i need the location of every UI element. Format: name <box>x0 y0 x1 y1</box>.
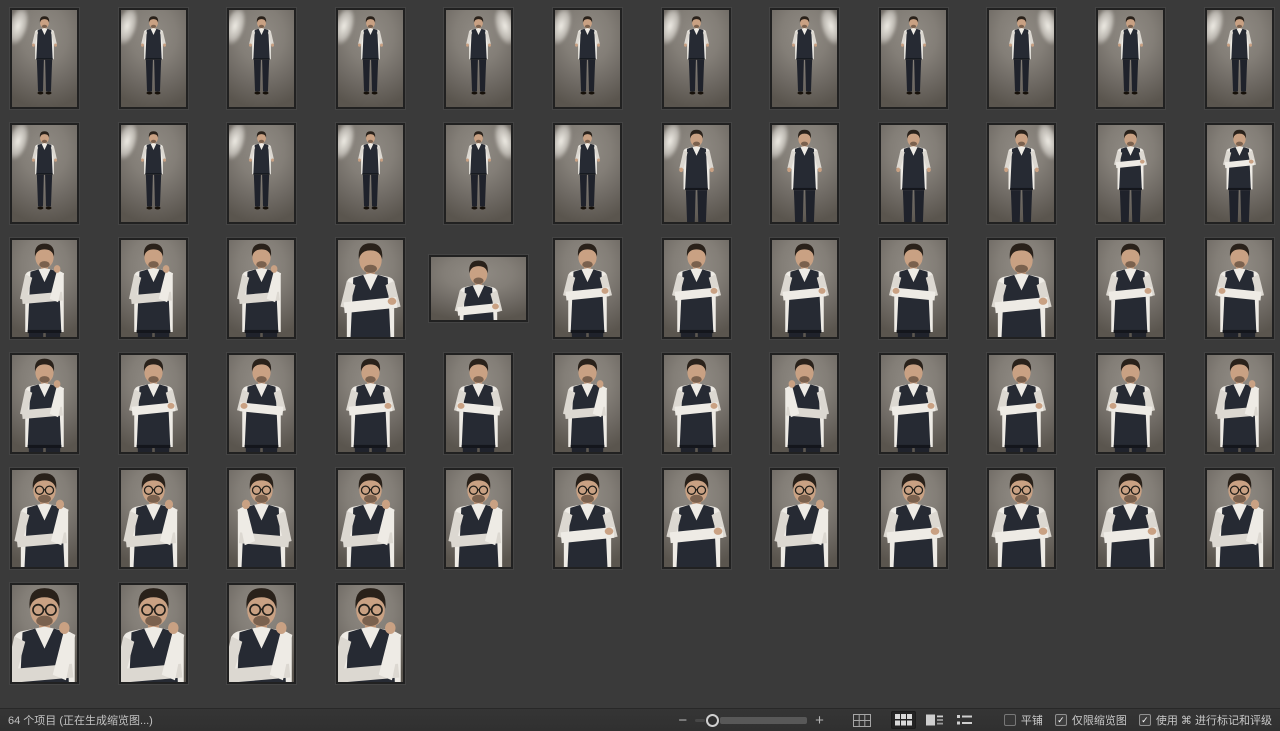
photo-thumbnail[interactable] <box>444 468 513 569</box>
photo-thumbnail[interactable] <box>336 8 405 109</box>
photo-thumbnail[interactable] <box>444 123 513 224</box>
photo-thumbnail[interactable] <box>1205 8 1274 109</box>
photo-thumbnail[interactable] <box>336 353 405 454</box>
photo-thumbnail[interactable] <box>1205 123 1274 224</box>
photo-thumbnail[interactable] <box>662 8 731 109</box>
option-thumbnails-only-label: 仅限缩览图 <box>1072 712 1127 728</box>
photo-thumbnail[interactable] <box>227 123 296 224</box>
photo-thumbnail[interactable] <box>553 468 622 569</box>
photo-thumbnail[interactable] <box>10 353 79 454</box>
option-use-cmd-for-rating-checkbox[interactable]: ✓ <box>1139 714 1151 726</box>
list-lines-icon <box>957 714 972 729</box>
photo-thumbnail[interactable] <box>227 238 296 339</box>
photo-thumbnail[interactable] <box>662 468 731 569</box>
photo-thumbnail[interactable] <box>444 8 513 109</box>
photo-thumbnail[interactable] <box>879 8 948 109</box>
photo-thumbnail[interactable] <box>429 255 528 322</box>
photo-thumbnail[interactable] <box>553 8 622 109</box>
photo-thumbnail[interactable] <box>770 468 839 569</box>
photo-thumbnail[interactable] <box>119 238 188 339</box>
photo-thumbnail[interactable] <box>662 123 731 224</box>
thumbnail-larger-button[interactable]: + <box>812 713 827 728</box>
photo-thumbnail[interactable] <box>553 238 622 339</box>
photo-thumbnail[interactable] <box>336 583 405 684</box>
photo-thumbnail[interactable] <box>879 123 948 224</box>
view-list-button[interactable] <box>953 711 976 729</box>
photo-thumbnail[interactable] <box>987 238 1056 339</box>
image-with-text-icon <box>926 714 943 729</box>
photo-thumbnail[interactable] <box>336 123 405 224</box>
slider-knob[interactable] <box>706 714 719 727</box>
item-count-status: 64 个项目 (正在生成缩览图...) <box>8 715 153 727</box>
photo-thumbnail[interactable] <box>987 353 1056 454</box>
photo-thumbnail[interactable] <box>987 123 1056 224</box>
grid-filled-icon <box>895 714 912 729</box>
photo-thumbnail[interactable] <box>1096 123 1165 224</box>
photo-thumbnail[interactable] <box>1205 353 1274 454</box>
photo-thumbnail[interactable] <box>1205 468 1274 569</box>
slider-track-right <box>720 717 807 724</box>
photo-thumbnail[interactable] <box>1205 238 1274 339</box>
grid-outline-icon <box>853 715 871 730</box>
photo-thumbnail[interactable] <box>662 353 731 454</box>
photo-thumbnail[interactable] <box>662 238 731 339</box>
view-details-button[interactable] <box>922 711 947 729</box>
photo-thumbnail[interactable] <box>987 8 1056 109</box>
thumbnail-smaller-button[interactable]: − <box>675 713 690 728</box>
photo-thumbnail[interactable] <box>10 123 79 224</box>
option-thumbnails-only-checkbox[interactable]: ✓ <box>1055 714 1067 726</box>
option-tile[interactable]: 平铺 <box>1004 712 1043 728</box>
bridge-content-panel: 64 个项目 (正在生成缩览图...) − + <box>0 0 1280 731</box>
photo-thumbnail[interactable] <box>336 468 405 569</box>
photo-thumbnail[interactable] <box>10 468 79 569</box>
photo-thumbnail[interactable] <box>119 468 188 569</box>
photo-thumbnail[interactable] <box>553 353 622 454</box>
photo-thumbnail[interactable] <box>987 468 1056 569</box>
photo-thumbnail[interactable] <box>444 353 513 454</box>
photo-thumbnail[interactable] <box>770 123 839 224</box>
photo-thumbnail[interactable] <box>879 468 948 569</box>
status-bar: 64 个项目 (正在生成缩览图...) − + <box>0 708 1280 731</box>
option-thumbnails-only[interactable]: ✓ 仅限缩览图 <box>1055 712 1127 728</box>
photo-thumbnail[interactable] <box>553 123 622 224</box>
photo-thumbnail[interactable] <box>119 123 188 224</box>
photo-thumbnail[interactable] <box>227 8 296 109</box>
slider-track-left <box>695 719 705 722</box>
option-tile-label: 平铺 <box>1021 712 1043 728</box>
photo-thumbnail[interactable] <box>770 238 839 339</box>
photo-thumbnail[interactable] <box>770 353 839 454</box>
photo-thumbnail[interactable] <box>10 8 79 109</box>
view-thumbnails-button[interactable] <box>891 711 916 729</box>
photo-thumbnail[interactable] <box>1096 238 1165 339</box>
option-use-cmd-for-rating-label: 使用 ⌘ 进行标记和评级 <box>1156 712 1272 728</box>
photo-thumbnail[interactable] <box>336 238 405 339</box>
photo-thumbnail[interactable] <box>10 238 79 339</box>
photo-thumbnail[interactable] <box>879 353 948 454</box>
browser-options: 平铺 ✓ 仅限缩览图 ✓ 使用 ⌘ 进行标记和评级 <box>992 712 1272 728</box>
option-use-cmd-for-rating[interactable]: ✓ 使用 ⌘ 进行标记和评级 <box>1139 712 1272 728</box>
photo-thumbnail[interactable] <box>119 8 188 109</box>
photo-thumbnail[interactable] <box>1096 8 1165 109</box>
photo-thumbnail[interactable] <box>770 8 839 109</box>
photo-thumbnail[interactable] <box>119 353 188 454</box>
thumbnail-grid <box>0 0 1280 708</box>
photo-thumbnail[interactable] <box>227 583 296 684</box>
photo-thumbnail[interactable] <box>1096 468 1165 569</box>
thumbnail-size-slider[interactable] <box>695 713 807 728</box>
photo-thumbnail[interactable] <box>10 583 79 684</box>
photo-thumbnail[interactable] <box>119 583 188 684</box>
photo-thumbnail[interactable] <box>1096 353 1165 454</box>
photo-thumbnail[interactable] <box>227 468 296 569</box>
option-tile-checkbox[interactable] <box>1004 714 1016 726</box>
photo-thumbnail[interactable] <box>879 238 948 339</box>
view-grid-lock-button[interactable] <box>849 711 875 730</box>
view-mode-buttons <box>849 711 976 730</box>
photo-thumbnail[interactable] <box>227 353 296 454</box>
